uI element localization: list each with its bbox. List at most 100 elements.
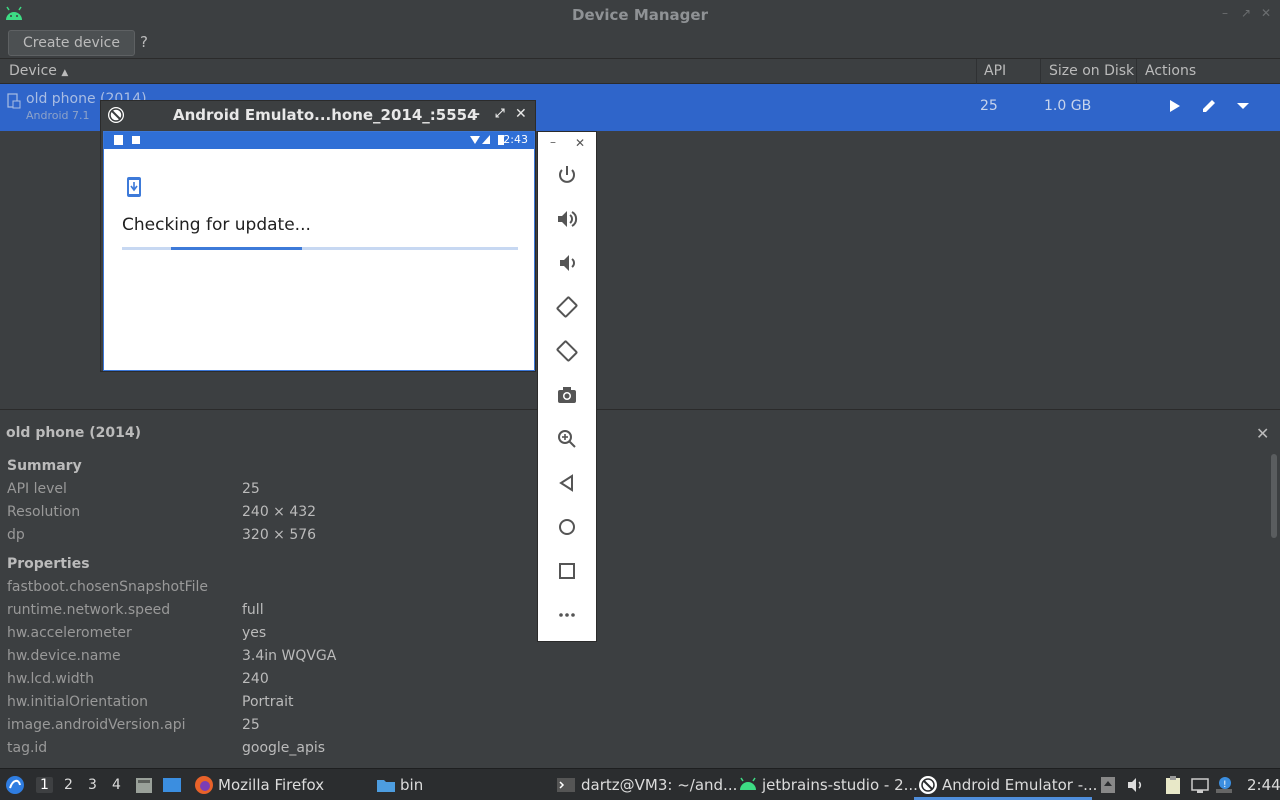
title-bar: Device Manager – ↗ ✕	[0, 0, 1280, 29]
property-value: 3.4in WQVGA	[242, 648, 337, 664]
chevron-down-icon[interactable]	[1233, 96, 1253, 116]
network-icon[interactable]	[1190, 775, 1210, 795]
maximize-icon[interactable]: ↗	[1241, 6, 1251, 20]
task-jetbrains-studio[interactable]: jetbrains-studio - 2...	[762, 776, 918, 794]
desktop-icon[interactable]	[162, 775, 182, 795]
device-api: 25	[980, 98, 998, 114]
emulator-window[interactable]: Android Emulato...hone_2014_:5554 – ⤢ ✕ …	[100, 100, 536, 372]
column-api[interactable]: API	[984, 63, 1006, 79]
summary-key: API level	[7, 481, 67, 497]
volume-icon[interactable]	[1126, 775, 1146, 795]
summary-value: 240 × 432	[242, 504, 317, 520]
minimize-icon[interactable]: –	[1222, 6, 1228, 20]
emulator-controls: – ✕	[537, 131, 597, 642]
more-icon[interactable]	[555, 603, 579, 627]
volume-down-icon[interactable]	[555, 251, 579, 275]
launch-icon[interactable]	[1164, 96, 1184, 116]
home-icon[interactable]	[555, 515, 579, 539]
taskbar-clock: 2:44	[1247, 776, 1280, 794]
system-update-icon	[127, 177, 141, 197]
maximize-icon[interactable]: ⤢	[495, 106, 505, 121]
close-icon[interactable]: ✕	[575, 136, 585, 150]
property-value: google_apis	[242, 740, 326, 756]
sort-ascending-icon: ▲	[61, 68, 69, 78]
taskbar: 1 2 3 4 Mozilla Firefox bin dartz@VM3: ~…	[0, 768, 1280, 800]
help-button[interactable]: ?	[140, 33, 148, 51]
android-status-bar: 2:43	[104, 132, 534, 149]
details-scrollbar[interactable]	[1271, 454, 1277, 538]
power-icon[interactable]	[555, 163, 579, 187]
close-icon[interactable]: ✕	[1261, 6, 1271, 20]
create-device-button[interactable]: Create device	[8, 30, 135, 56]
start-menu-icon[interactable]	[5, 775, 25, 795]
camera-icon[interactable]	[555, 383, 579, 407]
clipboard-icon[interactable]	[1163, 775, 1183, 795]
toolbar: Create device ?	[0, 29, 1280, 58]
property-value: 25	[242, 717, 260, 733]
android-studio-icon	[740, 777, 756, 790]
close-icon[interactable]: ✕	[515, 106, 527, 122]
emulator-icon	[919, 776, 937, 794]
eject-icon[interactable]	[1098, 775, 1118, 795]
minimize-icon[interactable]: –	[550, 135, 556, 149]
update-message: Checking for update...	[122, 215, 311, 235]
sd-card-icon	[114, 135, 123, 145]
column-device[interactable]: Device ▲	[9, 63, 68, 79]
wifi-icon	[470, 136, 480, 144]
task-firefox[interactable]: Mozilla Firefox	[218, 776, 324, 794]
phone-icon	[7, 93, 21, 109]
emulator-icon	[108, 107, 124, 123]
column-actions: Actions	[1145, 63, 1197, 79]
emulator-title: Android Emulato...hone_2014_:5554	[173, 106, 478, 124]
property-key: hw.initialOrientation	[7, 694, 149, 710]
task-android-emulator[interactable]: Android Emulator -...	[942, 776, 1097, 794]
notification-alert-icon[interactable]: !	[1214, 775, 1234, 795]
property-value: 240	[242, 671, 269, 687]
summary-value: 25	[242, 481, 260, 497]
property-value: full	[242, 602, 264, 618]
minimize-icon[interactable]: –	[473, 106, 480, 122]
window-title: Device Manager	[572, 6, 708, 24]
signal-icon	[482, 135, 490, 144]
device-table-header: Device ▲ API Size on Disk Actions	[0, 58, 1280, 84]
overview-icon[interactable]	[555, 559, 579, 583]
android-clock: 2:43	[503, 133, 528, 146]
task-terminal[interactable]: dartz@VM3: ~/and...	[581, 776, 737, 794]
rotate-left-icon[interactable]	[555, 295, 579, 319]
edit-icon[interactable]	[1199, 96, 1219, 116]
notification-icon	[132, 136, 140, 144]
details-panel: old phone (2014) ✕ Summary API level 25 …	[0, 410, 1280, 768]
workspace-3[interactable]: 3	[88, 777, 97, 793]
svg-text:!: !	[1223, 780, 1227, 790]
property-key: image.androidVersion.api	[7, 717, 186, 733]
property-key: tag.id	[7, 740, 48, 756]
property-key: hw.lcd.width	[7, 671, 95, 687]
properties-heading: Properties	[7, 556, 90, 572]
property-value: Portrait	[242, 694, 294, 710]
close-details-icon[interactable]: ✕	[1256, 424, 1269, 443]
back-icon[interactable]	[555, 471, 579, 495]
workspace-4[interactable]: 4	[112, 777, 121, 793]
property-key: hw.device.name	[7, 648, 121, 664]
zoom-icon[interactable]	[555, 427, 579, 451]
volume-up-icon[interactable]	[555, 207, 579, 231]
summary-key: Resolution	[7, 504, 81, 520]
property-key: runtime.network.speed	[7, 602, 171, 618]
summary-key: dp	[7, 527, 25, 543]
update-progress-bar	[122, 247, 518, 250]
terminal-icon	[557, 778, 575, 792]
workspace-1[interactable]: 1	[36, 777, 53, 793]
device-size: 1.0 GB	[1044, 98, 1092, 114]
property-key: hw.accelerometer	[7, 625, 132, 641]
workspace-2[interactable]: 2	[64, 777, 73, 793]
property-key: fastboot.chosenSnapshotFile	[7, 579, 209, 595]
task-bin[interactable]: bin	[400, 776, 423, 794]
rotate-right-icon[interactable]	[555, 339, 579, 363]
emulator-screen[interactable]: 2:43 Checking for update...	[103, 131, 535, 371]
file-manager-icon[interactable]	[134, 775, 154, 795]
emulator-title-bar[interactable]: Android Emulato...hone_2014_:5554 – ⤢ ✕	[101, 101, 535, 130]
summary-value: 320 × 576	[242, 527, 317, 543]
property-value: yes	[242, 625, 267, 641]
details-title: old phone (2014)	[6, 425, 142, 441]
column-size[interactable]: Size on Disk	[1049, 63, 1134, 79]
